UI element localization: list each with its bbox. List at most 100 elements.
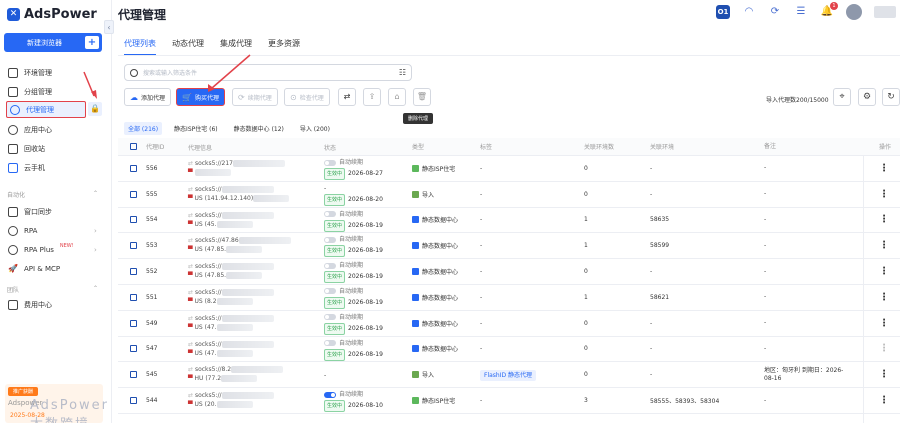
sidebar-item-app-center[interactable]: 应用中心 [8,123,52,137]
auto-renew-toggle[interactable] [324,159,336,166]
filter-icon[interactable]: ☷ [399,68,406,77]
avatar[interactable] [846,4,862,20]
app-name: AdsPower [24,7,97,22]
tab-more-resources[interactable]: 更多资源 [268,38,300,56]
table-row[interactable]: 555 ⇄ socks5:// ▀ US (141.94.12.140) - 生… [118,182,900,208]
row-checkbox[interactable] [130,319,137,327]
sidebar-item-proxy[interactable]: 代理管理 [6,101,86,118]
auto-renew-toggle[interactable] [324,262,336,269]
section-automation[interactable]: 自动化 ⌃ [7,190,98,199]
auto-renew-toggle[interactable] [324,211,336,218]
reload-icon[interactable]: ↻ [882,88,900,106]
table-row[interactable]: 545 ⇄ socks5://8.2 ▀ HU (77.2 - 导入 Flash… [118,362,900,389]
sidebar-item-billing[interactable]: 费用中心 [8,298,52,312]
table-row[interactable]: 551 ⇄ socks5:// ▀ US (8.2 自动续期 生效中 2026-0… [118,285,900,311]
env-count: 0 [584,164,588,172]
auto-renew-label: 自动续期 [339,339,364,347]
table-row[interactable]: 556 ⇄ socks5://217 ▀ 自动续期 生效中 2026-08-27 … [118,156,900,182]
row-checkbox[interactable] [130,268,137,276]
wifi-icon[interactable]: ◠ [742,5,756,19]
row-checkbox[interactable] [130,190,137,198]
filter-imported[interactable]: 导入 (200) [296,122,334,135]
buy-proxy-button[interactable]: 🛒 购买代理 [176,88,225,106]
auto-renew-toggle[interactable] [324,314,336,321]
app-logo[interactable]: ✕ AdsPower [7,7,97,22]
refresh-proxy-icon[interactable]: ⇄ [338,88,356,106]
lock-icon[interactable]: 🔒 [88,102,102,116]
export-icon[interactable]: ⇪ [363,88,381,106]
type-icon [412,164,419,172]
account-name[interactable] [874,6,896,18]
notification-badge: 1 [830,2,838,10]
sidebar-item-groups[interactable]: 分组管理 [8,85,52,99]
table-row[interactable]: 553 ⇄ socks5://47.86 ▀ US (47.85. 自动续期 生… [118,233,900,260]
row-checkbox[interactable] [130,397,137,405]
auto-renew-toggle[interactable] [324,288,336,295]
sidebar-item-trash[interactable]: 回收站 [8,142,45,156]
sidebar-item-cloud-phone[interactable]: 云手机 [8,161,45,175]
more-actions-icon[interactable]: ⋮ [879,318,889,329]
more-actions-icon[interactable]: ⋮ [879,266,889,277]
filter-static-isp[interactable]: 静态ISP住宅 (6) [170,122,222,135]
more-actions-icon[interactable]: ⋮ [879,343,889,354]
env-count: 3 [584,397,588,405]
bell-icon[interactable]: 🔔 1 [820,2,838,19]
more-actions-icon[interactable]: ⋮ [879,369,889,380]
more-actions-icon[interactable]: ⋮ [879,214,889,225]
auto-renew-toggle[interactable] [324,340,336,347]
row-checkbox[interactable] [130,371,137,379]
tab-integrated-proxy[interactable]: 集成代理 [220,38,252,56]
type-label: 静态数据中心 [422,243,459,251]
row-checkbox[interactable] [130,216,137,224]
table-row[interactable]: 549 ⇄ socks5:// ▀ US (47. 自动续期 生效中 2026-0… [118,311,900,337]
tag-icon[interactable]: ⌂ [388,88,406,106]
table-row[interactable]: 547 ⇄ socks5:// ▀ US (47. 自动续期 生效中 2026-0… [118,337,900,363]
section-automation-label: 自动化 [7,192,26,199]
list-icon[interactable]: ☰ [794,5,808,19]
row-checkbox[interactable] [130,293,137,301]
plus-icon[interactable]: + [85,36,99,49]
sidebar-item-rpa-plus[interactable]: RPA Plus NEW! › [8,243,97,257]
sidebar-item-environments[interactable]: 环境管理 [8,66,52,80]
gear-icon[interactable]: ⚙ [858,88,876,106]
sidebar-item-label: 应用中心 [24,126,52,134]
sidebar-item-api[interactable]: 🚀 API & MCP [8,262,60,276]
type-cell: 静态ISP住宅 [412,396,455,405]
client-icon[interactable]: O1 [716,5,730,19]
rpa-icon [8,226,18,236]
table-row[interactable]: 544 ⇄ socks5:// ▀ US (20. 自动续期 生效中 2026-0… [118,388,900,414]
more-actions-icon[interactable]: ⋮ [879,292,889,303]
add-proxy-button[interactable]: ☁ 添加代理 [124,88,172,106]
new-badge: NEW! [59,243,74,249]
select-all-checkbox[interactable] [130,143,137,150]
more-actions-icon[interactable]: ⋮ [879,163,889,174]
check-proxy-label: 检查代理 [299,94,324,102]
sync-icon[interactable]: ⟳ [768,5,782,19]
link-icon: ⇄ [188,392,195,400]
check-proxy-button[interactable]: ⊙ 检查代理 [284,88,330,106]
renew-proxy-button[interactable]: ⟳ 续期代理 [232,88,278,106]
filter-all[interactable]: 全部 (216) [124,122,163,135]
filter-static-dc[interactable]: 静态数据中心 (12) [230,122,288,135]
tab-dynamic-proxy[interactable]: 动态代理 [172,38,204,56]
settings-pin-icon[interactable]: ⌖ [833,88,851,106]
table-row[interactable]: 554 ⇄ socks5:// ▀ US (45. 自动续期 生效中 2026-0… [118,208,900,234]
more-actions-icon[interactable]: ⋮ [879,240,889,251]
row-checkbox[interactable] [130,242,137,250]
auto-renew-toggle[interactable] [324,391,336,398]
new-browser-button[interactable]: 新建浏览器 + [4,33,102,52]
search-input[interactable]: 搜索或输入筛选条件 ☷ [124,64,412,81]
sidebar-item-window-sync[interactable]: 窗口同步 [8,205,52,219]
auto-renew-toggle[interactable] [324,236,336,243]
tag-pill[interactable]: FlashID 静态代理 [480,370,537,382]
row-checkbox[interactable] [130,345,137,353]
table-row[interactable]: 552 ⇄ socks5:// ▀ US (47.85. 自动续期 生效中 202… [118,259,900,285]
more-actions-icon[interactable]: ⋮ [879,189,889,200]
delete-icon[interactable]: 🗑 [413,88,431,106]
tab-proxy-list[interactable]: 代理列表 [124,38,156,56]
section-team[interactable]: 团队 ⌃ [7,285,98,294]
more-actions-icon[interactable]: ⋮ [879,395,889,406]
row-checkbox[interactable] [130,164,137,172]
sidebar-item-rpa[interactable]: RPA › [8,224,97,238]
collapse-sidebar-icon[interactable]: ‹ [104,20,114,34]
